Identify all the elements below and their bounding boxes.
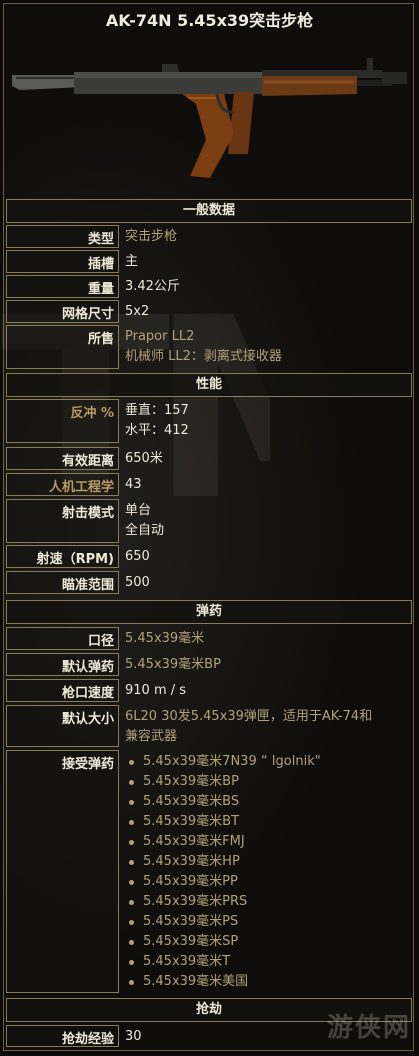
row-grid-size: 网格尺寸 5x2 xyxy=(6,300,412,323)
type-label: 类型 xyxy=(6,225,119,248)
accepted-ammo-item[interactable]: 5.45x39毫米PRS xyxy=(129,892,408,912)
default-magazine-line-2: 兼容武器 xyxy=(125,729,178,744)
row-ergonomics: 人机工程学 43 xyxy=(6,473,412,496)
recoil-label: 反冲 % xyxy=(6,399,119,443)
weapon-image xyxy=(12,58,407,178)
accepted-ammo-item[interactable]: 5.45x39毫米FMJ xyxy=(129,832,408,852)
row-type: 类型 突击步枪 xyxy=(6,225,412,248)
fire-mode-single: 单台 xyxy=(125,503,152,518)
accepted-ammo-item[interactable]: 5.45x39毫米PP xyxy=(129,872,408,892)
recoil-horizontal: 水平：412 xyxy=(125,423,189,438)
rpm-label: 射速（RPM) xyxy=(6,545,119,568)
slot-value: 主 xyxy=(125,254,139,269)
rpm-value: 650 xyxy=(125,549,150,564)
row-fire-mode: 射击模式 单台 全自动 xyxy=(6,499,412,543)
section-performance-header: 性能 xyxy=(6,373,412,397)
accepted-ammo-item[interactable]: 5.45x39毫米7N39 “ Igolnik" xyxy=(129,752,408,772)
accepted-ammo-item[interactable]: 5.45x39毫米BS xyxy=(129,792,408,812)
grid-size-value: 5x2 xyxy=(125,304,150,319)
accepted-ammo-item[interactable]: 5.45x39毫米BP xyxy=(129,772,408,792)
accepted-ammo-item[interactable]: 5.45x39毫米SP xyxy=(129,932,408,952)
recoil-vertical: 垂直：157 xyxy=(125,403,189,418)
muzzle-velocity-label: 枪口速度 xyxy=(6,679,119,702)
sold-by-value: Prapor LL2 机械师 LL2：剥离式接收器 xyxy=(121,325,412,369)
row-effective-range: 有效距离 650米 xyxy=(6,447,412,470)
weapon-title: AK-74N 5.45x39突击步枪 xyxy=(105,11,314,30)
row-slot: 插槽 主 xyxy=(6,250,412,273)
row-default-ammo: 默认弹药 5.45x39毫米BP xyxy=(6,653,412,676)
caliber-value[interactable]: 5.45x39毫米 xyxy=(121,627,412,650)
default-ammo-label: 默认弹药 xyxy=(6,653,119,676)
sold-by-trader-2[interactable]: 机械师 LL2：剥离式接收器 xyxy=(125,347,408,367)
fire-mode-auto: 全自动 xyxy=(125,523,165,538)
grid-size-label: 网格尺寸 xyxy=(6,300,119,323)
accepted-ammo-item[interactable]: 5.45x39毫米T xyxy=(129,952,408,972)
sighting-range-value: 500 xyxy=(125,575,150,590)
fire-mode-label: 射击模式 xyxy=(6,499,119,543)
section-ammo-header: 弹药 xyxy=(6,600,412,624)
loot-experience-label: 抢劫经验 xyxy=(6,1025,119,1047)
accepted-ammo-label: 接受弹药 xyxy=(6,750,119,993)
type-value: 突击步枪 xyxy=(125,229,178,244)
default-magazine-label: 默认大小 xyxy=(6,705,119,747)
caliber-label: 口径 xyxy=(6,627,119,650)
section-general-header: 一般数据 xyxy=(6,199,412,223)
row-sighting-range: 瞄准范围 500 xyxy=(6,571,412,594)
default-magazine-line-1: 6L20 30发5.45x39弹匣，适用于AK-74和 xyxy=(125,709,373,724)
accepted-ammo-item[interactable]: 5.45x39毫米PS xyxy=(129,912,408,932)
recoil-value: 垂直：157 水平：412 xyxy=(121,399,412,443)
muzzle-velocity-value: 910 m / s xyxy=(125,683,187,698)
default-magazine-value[interactable]: 6L20 30发5.45x39弹匣，适用于AK-74和 兼容武器 xyxy=(121,705,412,747)
slot-label: 插槽 xyxy=(6,250,119,273)
sold-by-trader-1[interactable]: Prapor LL2 xyxy=(125,327,408,347)
row-default-magazine: 默认大小 6L20 30发5.45x39弹匣，适用于AK-74和 兼容武器 xyxy=(6,705,412,747)
accepted-ammo-item[interactable]: 5.45x39毫米HP xyxy=(129,852,408,872)
effective-range-label: 有效距离 xyxy=(6,447,119,470)
default-ammo-value[interactable]: 5.45x39毫米BP xyxy=(121,653,412,676)
weight-label: 重量 xyxy=(6,275,119,298)
row-accepted-ammo: 接受弹药 5.45x39毫米7N39 “ Igolnik" 5.45x39毫米B… xyxy=(6,750,412,993)
sold-by-label: 所售 xyxy=(6,325,119,369)
accepted-ammo-value: 5.45x39毫米7N39 “ Igolnik" 5.45x39毫米BP 5.4… xyxy=(121,750,412,993)
sighting-range-label: 瞄准范围 xyxy=(6,571,119,594)
effective-range-value: 650米 xyxy=(125,451,163,466)
accepted-ammo-item[interactable]: 5.45x39毫米美国 xyxy=(129,972,408,992)
accepted-ammo-item[interactable]: 5.45x39毫米BT xyxy=(129,812,408,832)
accepted-ammo-list: 5.45x39毫米7N39 “ Igolnik" 5.45x39毫米BP 5.4… xyxy=(125,752,408,992)
weight-value: 3.42公斤 xyxy=(125,279,180,294)
row-weight: 重量 3.42公斤 xyxy=(6,275,412,298)
fire-mode-value: 单台 全自动 xyxy=(121,499,412,543)
row-rpm: 射速（RPM) 650 xyxy=(6,545,412,568)
ergonomics-label: 人机工程学 xyxy=(6,473,119,496)
row-sold-by: 所售 Prapor LL2 机械师 LL2：剥离式接收器 xyxy=(6,325,412,369)
row-caliber: 口径 5.45x39毫米 xyxy=(6,627,412,650)
ergonomics-value: 43 xyxy=(125,477,142,492)
row-recoil: 反冲 % 垂直：157 水平：412 xyxy=(6,399,412,443)
row-muzzle-velocity: 枪口速度 910 m / s xyxy=(6,679,412,702)
site-watermark: 游侠网 xyxy=(326,1013,411,1043)
